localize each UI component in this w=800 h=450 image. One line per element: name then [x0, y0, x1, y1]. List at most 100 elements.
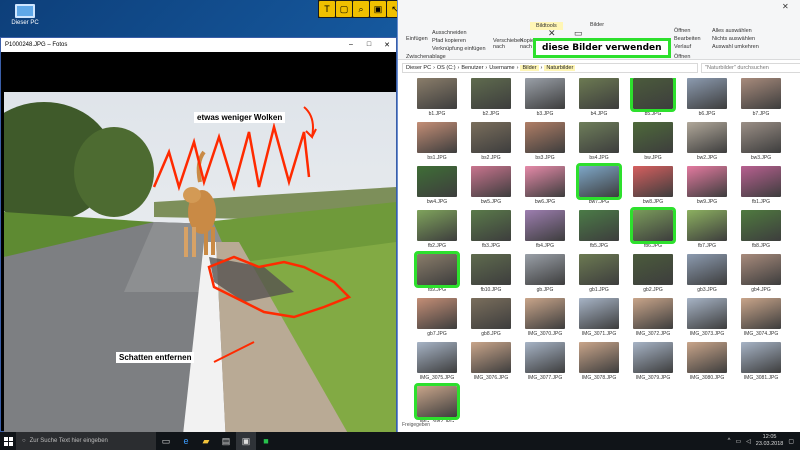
file-tile[interactable]: bs1.JPG	[412, 122, 462, 166]
file-tile[interactable]: bw7.JPG	[574, 163, 624, 210]
file-tile[interactable]: IMG_3077.JPG	[520, 342, 570, 386]
breadcrumb-item[interactable]: Dieser PC	[406, 65, 431, 71]
system-tray: ^ ▭ ◁ 12:05 23.03.2018 ▢	[728, 434, 800, 448]
file-tile[interactable]: IMG_3071.JPG	[574, 298, 624, 342]
taskbar-search-placeholder: Zur Suche Text hier eingeben	[29, 438, 108, 444]
file-tile[interactable]: gb8.JPG	[466, 298, 516, 342]
zoom-tool-icon[interactable]: ⌕	[353, 1, 369, 17]
edit-button[interactable]: Bearbeiten	[674, 36, 701, 42]
file-tile[interactable]: b1.JPG	[412, 78, 462, 122]
text-tool-icon[interactable]: T	[319, 1, 335, 17]
search-input[interactable]: "Naturbilder" durchsuchen	[701, 63, 800, 73]
maximize-icon[interactable]: □	[360, 41, 378, 49]
file-tile[interactable]: IMG_3082.JPG	[412, 383, 462, 422]
file-tile[interactable]: fb2.JPG	[412, 210, 462, 254]
breadcrumb-item[interactable]: Naturbilder	[544, 65, 576, 71]
file-tile[interactable]: bw4.JPG	[412, 166, 462, 210]
file-tile[interactable]: bw9.JPG	[682, 166, 732, 210]
file-thumbnail	[417, 166, 457, 197]
file-tile[interactable]: b7.JPG	[736, 78, 786, 122]
file-tile[interactable]: gb4.JPG	[736, 254, 786, 298]
file-tile[interactable]: bw3.JPG	[736, 122, 786, 166]
file-tile[interactable]: b4.JPG	[574, 78, 624, 122]
task-view-icon[interactable]: ▭	[156, 432, 176, 450]
file-tile[interactable]: gb2.JPG	[628, 254, 678, 298]
close-icon[interactable]: ✕	[378, 41, 396, 49]
volume-icon[interactable]: ◁	[746, 438, 751, 445]
clock[interactable]: 12:05 23.03.2018	[756, 434, 784, 448]
close-icon[interactable]: ✕	[782, 2, 789, 11]
breadcrumb-item[interactable]: Bilder	[520, 65, 539, 71]
file-tile[interactable]: bw6.JPG	[520, 166, 570, 210]
file-tile[interactable]: IMG_3079.JPG	[628, 342, 678, 386]
notifications-icon[interactable]: ▢	[788, 438, 794, 445]
file-tile[interactable]: b2.JPG	[466, 78, 516, 122]
file-tile[interactable]: fb1.JPG	[736, 166, 786, 210]
file-tile[interactable]: fb9.JPG	[412, 251, 462, 298]
folder-icon[interactable]: ▰	[196, 432, 216, 450]
file-tile[interactable]: gb1.JPG	[574, 254, 624, 298]
file-tile[interactable]: b6.JPG	[682, 78, 732, 122]
file-tile[interactable]: IMG_3070.JPG	[520, 298, 570, 342]
photos-icon[interactable]: ▣	[236, 432, 256, 450]
breadcrumb-item[interactable]: Username	[489, 65, 514, 71]
edge-icon[interactable]: e	[176, 432, 196, 450]
file-tile[interactable]: IMG_3072.JPG	[628, 298, 678, 342]
file-name: fb3.JPG	[481, 243, 501, 249]
file-tile[interactable]: fb8.JPG	[736, 210, 786, 254]
chevron-up-icon[interactable]: ^	[728, 438, 731, 444]
file-tile[interactable]: fb6.JPG	[628, 207, 678, 254]
select-none-button[interactable]: Nichts auswählen	[712, 36, 755, 42]
breadcrumb-item[interactable]: Benutzer	[461, 65, 483, 71]
file-tile[interactable]: IMG_3078.JPG	[574, 342, 624, 386]
file-tile[interactable]: bw.JPG	[628, 122, 678, 166]
frame-tool-icon[interactable]: ▣	[370, 1, 386, 17]
file-name: b5.JPG	[644, 111, 662, 117]
tab-pictures[interactable]: Bilder	[590, 22, 604, 28]
paste-shortcut-button[interactable]: Verknüpfung einfügen	[432, 46, 486, 52]
file-tile[interactable]: gb7.JPG	[412, 298, 462, 342]
file-tile[interactable]: fb5.JPG	[574, 210, 624, 254]
select-all-button[interactable]: Alles auswählen	[712, 28, 752, 34]
file-tile[interactable]: bw5.JPG	[466, 166, 516, 210]
file-tile[interactable]: IMG_3080.JPG	[682, 342, 732, 386]
file-tile[interactable]: bw8.JPG	[628, 166, 678, 210]
open-button[interactable]: Öffnen	[674, 28, 690, 34]
file-tile[interactable]: fb7.JPG	[682, 210, 732, 254]
file-tile[interactable]: gb.JPG	[520, 254, 570, 298]
file-tile[interactable]: IMG_3074.JPG	[736, 298, 786, 342]
file-tile[interactable]: IMG_3075.JPG	[412, 342, 462, 386]
move-to-button[interactable]: Verschieben nach	[493, 38, 523, 50]
this-pc-desktop-icon[interactable]: Dieser PC	[8, 4, 42, 26]
start-button[interactable]	[0, 432, 16, 450]
invert-selection-button[interactable]: Auswahl umkehren	[712, 44, 759, 50]
file-tile[interactable]: b5.JPG	[628, 78, 678, 122]
file-tile[interactable]: bs2.JPG	[466, 122, 516, 166]
file-tile[interactable]: IMG_3081.JPG	[736, 342, 786, 386]
network-icon[interactable]: ▭	[736, 438, 742, 445]
green-app-icon[interactable]: ■	[256, 432, 276, 450]
tab-picture-tools[interactable]: Bildtools	[530, 22, 563, 30]
taskbar-search[interactable]: ○ Zur Suche Text hier eingeben	[16, 432, 156, 450]
file-tile[interactable]: IMG_3073.JPG	[682, 298, 732, 342]
file-tile[interactable]: fb3.JPG	[466, 210, 516, 254]
navigation-pane[interactable]	[398, 76, 408, 420]
shape-tool-icon[interactable]: ▢	[336, 1, 352, 17]
file-tile[interactable]: bs4.JPG	[574, 122, 624, 166]
file-tile[interactable]: bs3.JPG	[520, 122, 570, 166]
minimize-icon[interactable]: –	[342, 41, 360, 49]
breadcrumb-item[interactable]: OS (C:)	[437, 65, 456, 71]
store-icon[interactable]: ▤	[216, 432, 236, 450]
breadcrumb[interactable]: Dieser PC › OS (C:) › Benutzer › Username › …	[402, 63, 698, 73]
file-tile[interactable]: IMG_3076.JPG	[466, 342, 516, 386]
file-tile[interactable]: b3.JPG	[520, 78, 570, 122]
cut-button[interactable]: Ausschneiden	[432, 30, 467, 36]
file-thumbnail	[525, 254, 565, 285]
paste-button[interactable]: Einfügen	[406, 36, 428, 42]
copy-path-button[interactable]: Pfad kopieren	[432, 38, 466, 44]
file-tile[interactable]: bw2.JPG	[682, 122, 732, 166]
file-tile[interactable]: fb10.JPG	[466, 254, 516, 298]
file-tile[interactable]: fb4.JPG	[520, 210, 570, 254]
file-tile[interactable]: gb3.JPG	[682, 254, 732, 298]
history-button[interactable]: Verlauf	[674, 44, 691, 50]
